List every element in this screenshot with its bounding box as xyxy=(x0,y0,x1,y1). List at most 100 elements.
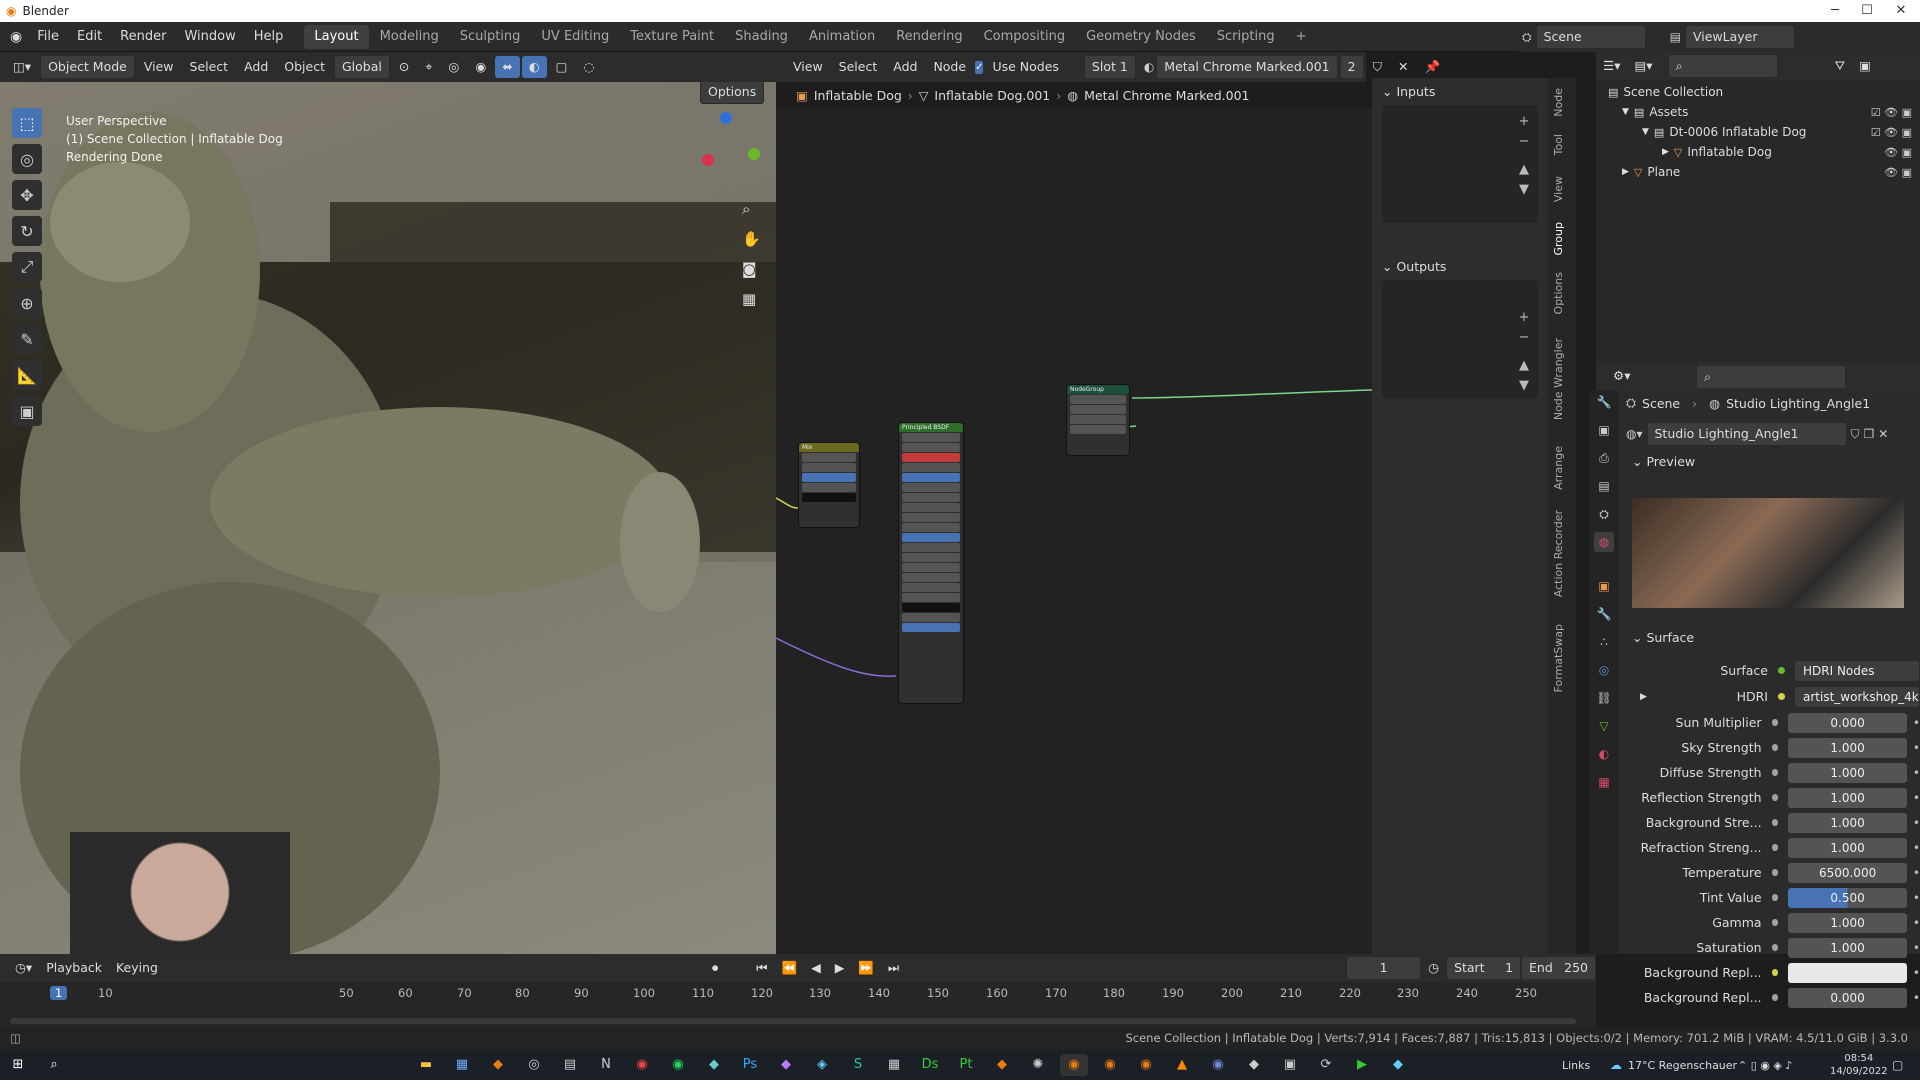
menu-window[interactable]: Window xyxy=(175,22,244,52)
mix-node[interactable]: Mix xyxy=(798,442,860,528)
timeline-scrollbar[interactable] xyxy=(10,1018,1576,1024)
app-icon[interactable]: ✺ xyxy=(1024,1054,1052,1076)
vtab-arrange[interactable]: Arrange xyxy=(1552,446,1572,490)
tool-tab-icon[interactable]: 🔧 xyxy=(1594,392,1614,412)
modifier-tab-icon[interactable]: 🔧 xyxy=(1594,604,1614,624)
app-icon[interactable]: Pt xyxy=(952,1054,980,1076)
keyframe-dot-icon[interactable]: • xyxy=(1913,816,1920,830)
node-field[interactable] xyxy=(802,473,856,482)
notification-icon[interactable]: ▢ xyxy=(1892,1058,1903,1072)
input-value-field[interactable]: 1.000 xyxy=(1788,937,1907,958)
add-cube-tool-icon[interactable]: ▣ xyxy=(12,396,42,426)
input-value-field[interactable]: 1.000 xyxy=(1788,737,1907,758)
tray-icons[interactable]: ⌃ ▯ ◉ ◈ ♪ xyxy=(1738,1059,1792,1072)
move-down-icon[interactable]: ▼ xyxy=(1514,378,1534,394)
scene-selector[interactable]: Scene xyxy=(1535,25,1646,49)
blender-taskbar-icon[interactable]: ◉ xyxy=(1096,1054,1124,1076)
node-field[interactable] xyxy=(902,493,960,502)
visibility-icon[interactable]: ◉ xyxy=(468,56,493,78)
outliner-item-inflatable-dog[interactable]: ▶ ▽ Inflatable Dog 👁 ▣ xyxy=(1596,142,1920,162)
current-frame-field[interactable]: 1 xyxy=(1346,956,1422,980)
spotify-icon[interactable]: ◉ xyxy=(664,1054,692,1076)
keyboard-layout[interactable]: Links xyxy=(1562,1059,1590,1072)
constraints-tab-icon[interactable]: ⛓ xyxy=(1594,688,1614,708)
keyframe-dot-icon[interactable]: • xyxy=(1913,866,1920,880)
remove-output-icon[interactable]: − xyxy=(1514,330,1534,346)
material-sphere-icon[interactable]: ◐ xyxy=(1144,60,1154,74)
outliner-item-plane[interactable]: ▶ ▽ Plane 👁 ▣ xyxy=(1596,162,1920,182)
input-value-field[interactable] xyxy=(1788,962,1907,983)
maximize-button[interactable]: ☐ xyxy=(1852,0,1882,22)
node-field[interactable] xyxy=(902,453,960,462)
vtab-formatswap[interactable]: FormatSwap xyxy=(1552,624,1572,692)
vtab-node-wrangler[interactable]: Node Wrangler xyxy=(1552,338,1572,420)
shading-wire-icon[interactable]: ◌ xyxy=(576,56,601,78)
axis-z-icon[interactable] xyxy=(720,112,732,124)
chevron-right-icon[interactable]: ▶ xyxy=(1622,167,1629,177)
chevron-down-icon[interactable]: ▼ xyxy=(1622,107,1629,117)
menu-edit[interactable]: Edit xyxy=(68,22,111,52)
input-value-field[interactable]: 1.000 xyxy=(1788,912,1907,933)
jump-start-icon[interactable]: ⏮ xyxy=(749,957,774,979)
node-field[interactable] xyxy=(902,573,960,582)
jump-end-icon[interactable]: ⏭ xyxy=(881,957,906,979)
chevron-down-icon[interactable]: ▼ xyxy=(1642,127,1649,137)
app-icon[interactable]: ◆ xyxy=(988,1054,1016,1076)
file-explorer-icon[interactable]: ▬ xyxy=(412,1054,440,1076)
node-field[interactable] xyxy=(902,613,960,622)
keyframe-dot-icon[interactable]: • xyxy=(1913,941,1920,955)
app-icon[interactable]: N xyxy=(592,1054,620,1076)
node-field[interactable] xyxy=(902,443,960,452)
keying-menu[interactable]: Keying xyxy=(109,957,165,979)
app-icon[interactable]: S xyxy=(844,1054,872,1076)
record-icon[interactable]: ⏺ xyxy=(705,957,725,979)
timeline-ruler[interactable]: 1 10 50 60 70 80 90 100 110 120 130 140 150 160 170 180… xyxy=(0,982,1596,1004)
app-icon[interactable]: ▦ xyxy=(880,1054,908,1076)
node-field[interactable] xyxy=(902,533,960,542)
zoom-icon[interactable]: ⌕ xyxy=(742,194,761,224)
keyframe-dot-icon[interactable]: • xyxy=(1913,741,1920,755)
tab-animation[interactable]: Animation xyxy=(799,25,885,49)
preview-panel-header[interactable]: ⌄ Preview xyxy=(1632,454,1695,469)
vtab-view[interactable]: View xyxy=(1552,176,1572,202)
node-field[interactable] xyxy=(902,473,960,482)
grid-icon[interactable]: ▦ xyxy=(742,284,761,314)
viewport-options-button[interactable]: Options xyxy=(700,82,765,104)
keyframe-dot-icon[interactable]: • xyxy=(1913,891,1920,905)
app-icon[interactable]: Ds xyxy=(916,1054,944,1076)
move-up-icon[interactable]: ▲ xyxy=(1514,358,1534,374)
hdri-image-selector[interactable]: artist_workshop_4k.exr... xyxy=(1795,686,1919,707)
transform-tool-icon[interactable]: ⊕ xyxy=(12,288,42,318)
vtab-tool[interactable]: Tool xyxy=(1552,134,1572,155)
node-field[interactable] xyxy=(902,583,960,592)
frame-end-field[interactable]: End 250 xyxy=(1521,956,1596,980)
row-visibility-icons[interactable]: ☑ 👁 ▣ xyxy=(1871,106,1912,119)
windows-start-icon[interactable]: ⊞ xyxy=(4,1054,32,1076)
unlink-icon[interactable]: ✕ xyxy=(1391,56,1415,78)
tab-shading[interactable]: Shading xyxy=(725,25,798,49)
stopwatch-icon[interactable]: ◷ xyxy=(1421,957,1446,979)
measure-tool-icon[interactable]: 📐 xyxy=(12,360,42,390)
data-tab-icon[interactable]: ▽ xyxy=(1594,716,1614,736)
outliner-item-dt-0006[interactable]: ▼ ▤ Dt-0006 Inflatable Dog ☑ 👁 ▣ xyxy=(1596,122,1920,142)
chevron-right-icon[interactable]: ▶ xyxy=(1640,692,1647,702)
fake-user-icon[interactable]: ⛉ xyxy=(1851,427,1860,442)
move-up-icon[interactable]: ▲ xyxy=(1514,162,1534,178)
viewport-menu-select[interactable]: Select xyxy=(183,56,236,78)
world-tab-icon[interactable]: ◍ xyxy=(1594,532,1614,552)
node-field[interactable] xyxy=(902,433,960,442)
clock[interactable]: 08:54 14/09/2022 xyxy=(1830,1052,1888,1078)
tab-compositing[interactable]: Compositing xyxy=(974,25,1076,49)
keyframe-dot-icon[interactable]: • xyxy=(1913,991,1920,1005)
outliner-search-input[interactable]: ⌕ xyxy=(1667,54,1778,78)
minimize-button[interactable]: ─ xyxy=(1820,0,1850,22)
node-editor-canvas[interactable]: Mix Principled BSDF NodeGroup xyxy=(776,108,1372,954)
tab-texture-paint[interactable]: Texture Paint xyxy=(620,25,724,49)
user-count[interactable]: 2 xyxy=(1339,55,1364,79)
annotate-tool-icon[interactable]: ✎ xyxy=(12,324,42,354)
particles-tab-icon[interactable]: ∴ xyxy=(1594,632,1614,652)
node-field[interactable] xyxy=(1070,425,1126,434)
chrome-icon[interactable]: ◉ xyxy=(628,1054,656,1076)
surface-panel-header[interactable]: ⌄ Surface xyxy=(1632,630,1694,645)
mode-selector[interactable]: Object Mode xyxy=(40,55,135,79)
